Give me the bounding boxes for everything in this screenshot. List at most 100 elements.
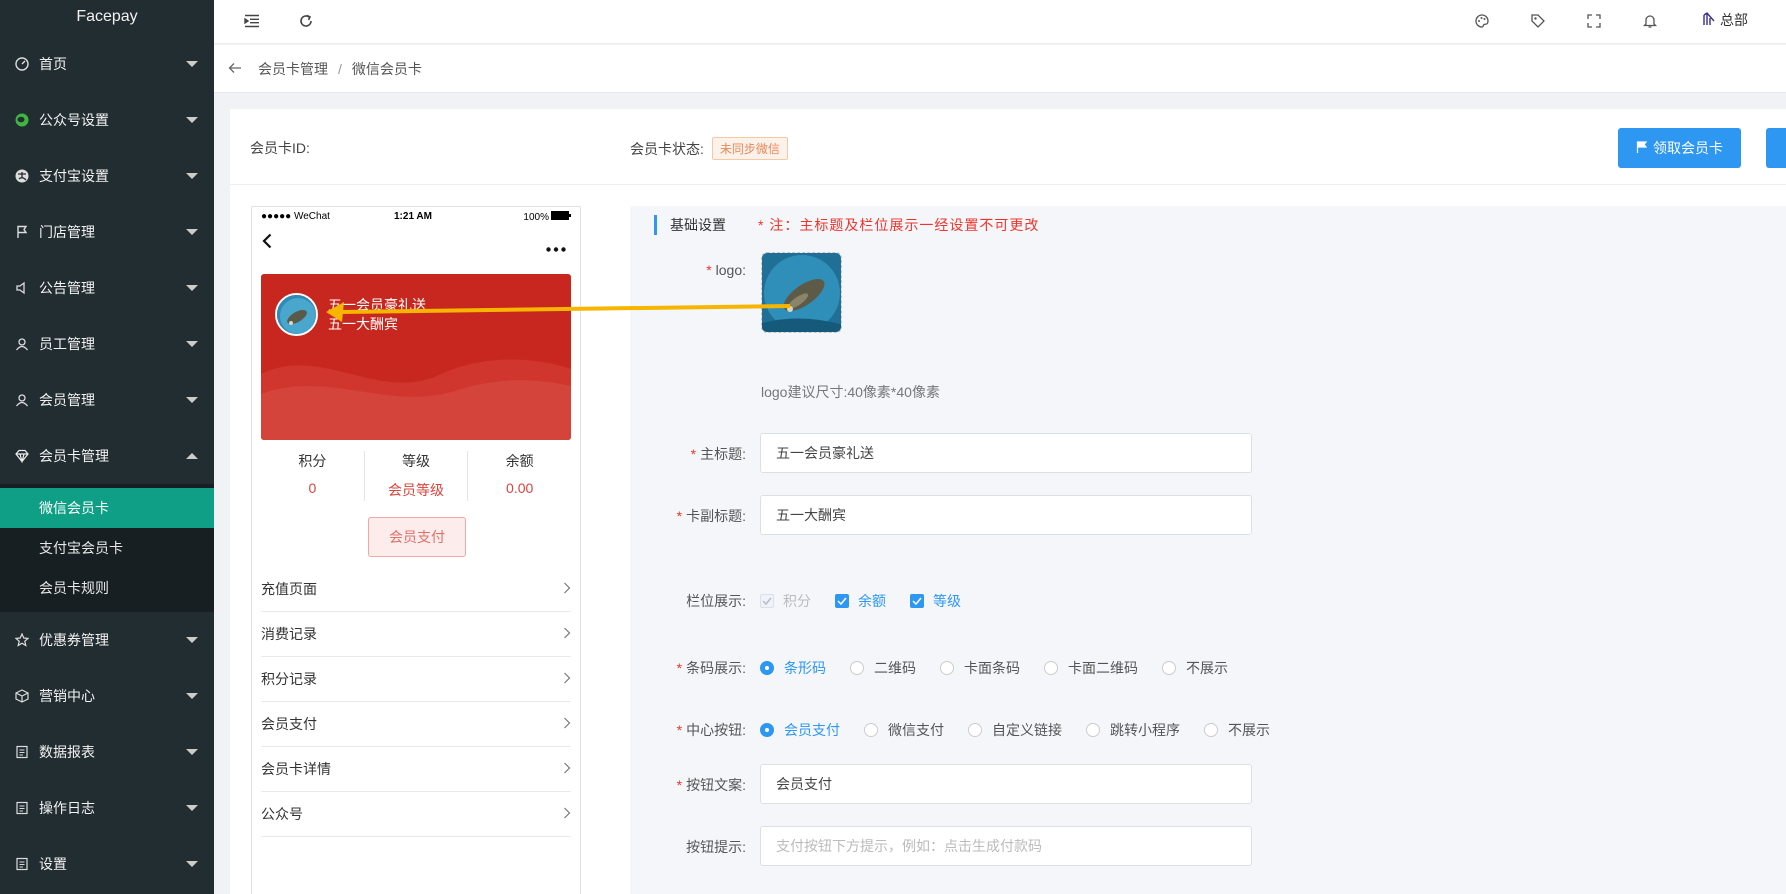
radio-no-display[interactable]: 不展示 [1162,658,1228,678]
receive-card-button[interactable]: 领取会员卡 [1618,128,1741,168]
card-status: 会员卡状态: 未同步微信 [630,137,788,160]
radio-card-barcode[interactable]: 卡面条码 [940,658,1020,678]
sidebar-item-reports[interactable]: 数据报表 [0,724,214,780]
radio-mini-program[interactable]: 跳转小程序 [1086,720,1180,740]
sidebar-item-home[interactable]: 首页 [0,36,214,92]
chevron-down-icon [186,61,198,67]
stat-label: 积分 [298,453,327,469]
refresh-icon[interactable] [296,11,316,31]
palette-icon[interactable] [1472,11,1492,31]
radio-center-none[interactable]: 不展示 [1204,720,1270,740]
back-chevron-icon[interactable] [262,233,272,254]
stat-label: 等级 [402,453,430,469]
secondary-action-button[interactable] [1766,128,1786,168]
radio-qrcode[interactable]: 二维码 [850,658,916,678]
center-button-label: * 中心按钮: [586,720,746,740]
back-arrow-icon[interactable] [228,61,242,77]
checkbox-points[interactable]: 积分 [760,591,811,611]
chevron-right-icon [563,716,571,732]
user-menu[interactable]: 总部 [1702,10,1748,30]
required-mark: * [676,660,683,676]
button-hint-input[interactable] [760,826,1252,866]
sidebar-subitem-wechat-card[interactable]: 微信会员卡 [0,488,214,528]
list-item-label: 充值页面 [261,581,317,597]
breadcrumb-parent[interactable]: 会员卡管理 [258,59,328,79]
stat-label: 余额 [505,453,534,469]
radio-custom-link[interactable]: 自定义链接 [968,720,1062,740]
sidebar-item-members[interactable]: 会员管理 [0,372,214,428]
sidebar-item-alipay-settings[interactable]: 支付宝设置 [0,148,214,204]
card-subtitle-preview: 五一大酬宾 [328,316,398,332]
radio-label: 卡面条码 [964,660,1020,676]
list-item-member-pay[interactable]: 会员支付 [261,702,571,747]
chevron-down-icon [186,397,198,403]
sidebar-item-settings[interactable]: 设置 [0,836,214,892]
collapse-menu-icon[interactable] [242,11,262,31]
card-stats: 积分 0 等级 会员等级 余额 0.00 [261,451,571,501]
list-item-card-detail[interactable]: 会员卡详情 [261,747,571,792]
radio-wechat-pay[interactable]: 微信支付 [864,720,944,740]
title-input[interactable] [760,433,1252,473]
checkbox-level[interactable]: 等级 [910,591,961,611]
radio-dot [850,661,864,675]
sidebar-item-stores[interactable]: 门店管理 [0,204,214,260]
battery-status: 100% [523,211,571,223]
chevron-down-icon [186,229,198,235]
radio-label: 不展示 [1228,722,1270,738]
sidebar-subitem-alipay-card[interactable]: 支付宝会员卡 [0,528,214,568]
bell-icon[interactable] [1640,11,1660,31]
sidebar-item-coupons[interactable]: 优惠券管理 [0,612,214,668]
logo-upload[interactable] [761,252,842,333]
phone-time: 1:21 AM [394,211,432,222]
button-text-input[interactable] [760,764,1252,804]
sidebar-subitem-card-rules[interactable]: 会员卡规则 [0,568,214,608]
radio-card-qrcode[interactable]: 卡面二维码 [1044,658,1138,678]
sidebar-item-label: 公告管理 [39,280,95,296]
section-accent-bar [654,215,657,235]
chevron-down-icon [186,749,198,755]
sidebar-item-logs[interactable]: 操作日志 [0,780,214,836]
sidebar-item-notices[interactable]: 公告管理 [0,260,214,316]
logo-image [762,253,841,332]
radio-dot [1086,723,1100,737]
speaker-icon [14,280,30,296]
radio-member-pay[interactable]: 会员支付 [760,720,840,740]
member-pay-button[interactable]: 会员支付 [368,517,466,557]
radio-dot [968,723,982,737]
sidebar-item-staff[interactable]: 员工管理 [0,316,214,372]
fullscreen-icon[interactable] [1584,11,1604,31]
phone-preview: ●●●●● WeChat 1:21 AM 100% 五一会员豪礼送 五一大酬宾 [251,206,581,894]
barcode-radio-group: 条形码 二维码 卡面条码 卡面二维码 不展示 [760,658,1252,678]
checkbox-box [910,594,924,608]
log-icon [14,800,30,816]
tag-icon[interactable] [1528,11,1548,31]
list-item-recharge[interactable]: 充值页面 [261,567,571,612]
user-name: 总部 [1720,12,1748,28]
checkbox-balance[interactable]: 余额 [835,591,886,611]
radio-dot [760,723,774,737]
breadcrumb: 会员卡管理 / 微信会员卡 [214,45,1786,93]
more-icon[interactable] [546,239,566,257]
radio-dot [1162,661,1176,675]
sidebar-item-wechat-settings[interactable]: 公众号设置 [0,92,214,148]
required-mark: * [676,508,683,524]
radio-label: 不展示 [1186,660,1228,676]
list-item-label: 积分记录 [261,671,317,687]
radio-label: 微信支付 [888,722,944,738]
subtitle-input[interactable] [760,495,1252,535]
member-card-preview: 五一会员豪礼送 五一大酬宾 [261,274,571,440]
radio-barcode[interactable]: 条形码 [760,658,826,678]
list-item-points[interactable]: 积分记录 [261,657,571,702]
stat-points: 积分 0 [261,451,364,501]
list-item-official-account[interactable]: 公众号 [261,792,571,837]
stat-value: 0.00 [506,480,534,496]
radio-label: 跳转小程序 [1110,722,1180,738]
chevron-down-icon [186,285,198,291]
list-item-consumption[interactable]: 消费记录 [261,612,571,657]
chevron-down-icon [186,341,198,347]
radio-label: 卡面二维码 [1068,660,1138,676]
sidebar-item-membercards[interactable]: 会员卡管理 [0,428,214,484]
sidebar-item-marketing[interactable]: 营销中心 [0,668,214,724]
chevron-right-icon [563,806,571,822]
section-header: 基础设置 * 注：主标题及栏位展示一经设置不可更改 [630,206,1786,242]
